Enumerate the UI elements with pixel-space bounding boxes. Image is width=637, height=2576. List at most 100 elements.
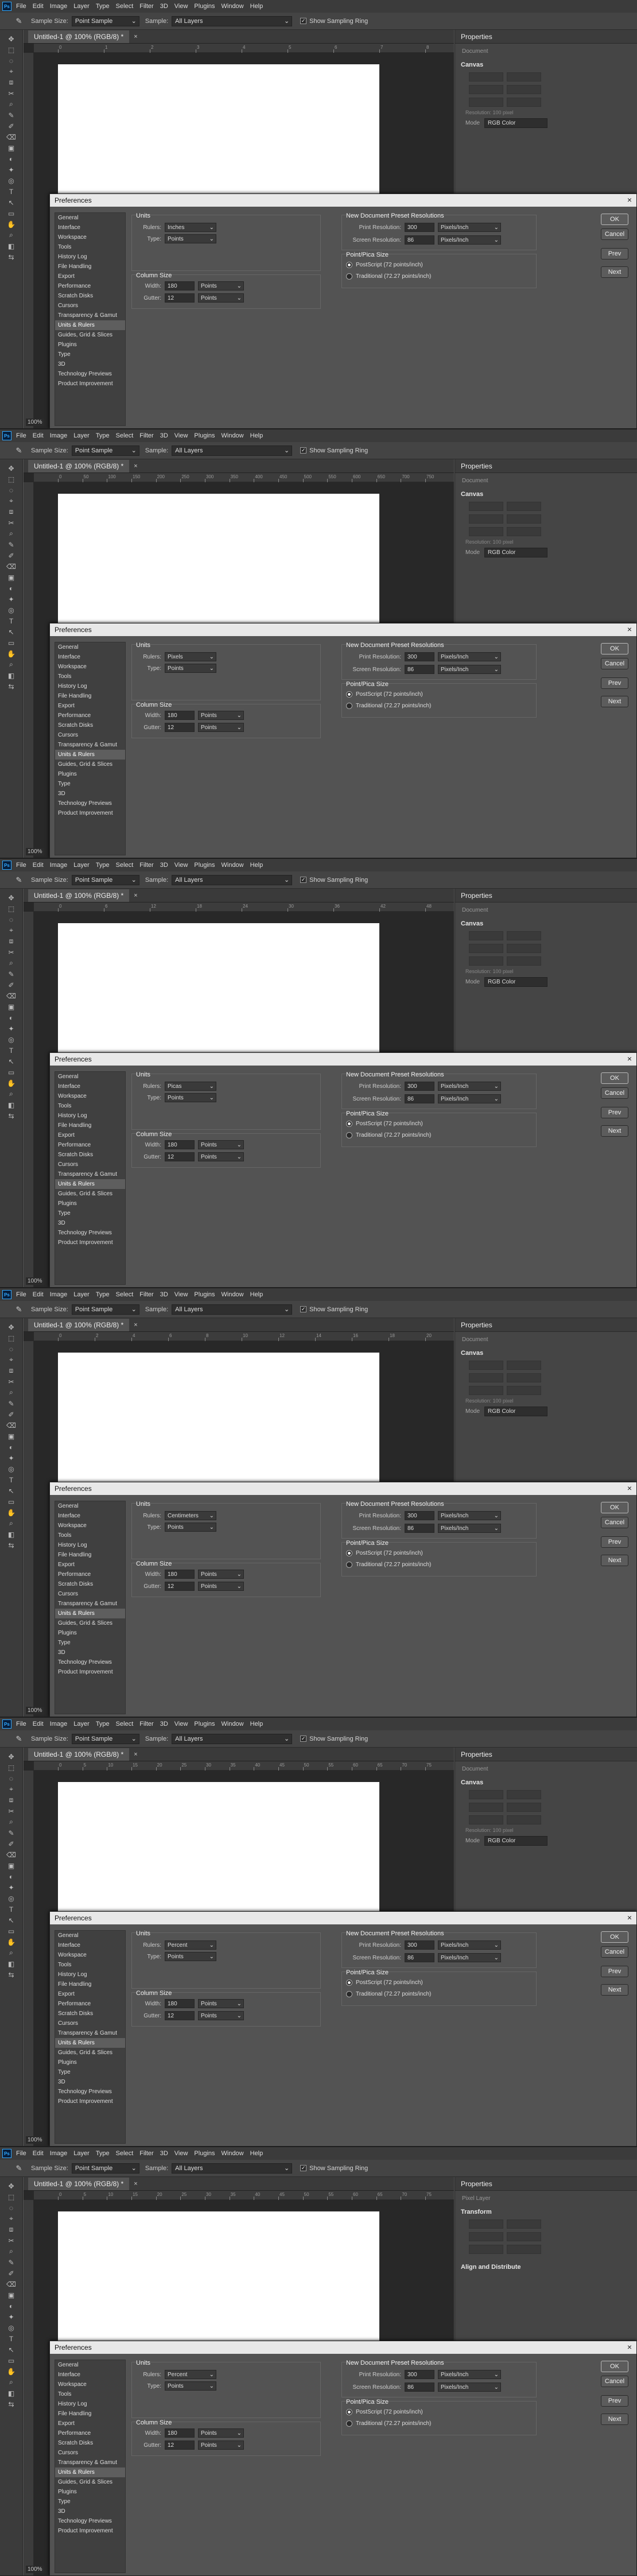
menu-layer[interactable]: Layer bbox=[73, 432, 90, 439]
screen-resolution-input[interactable]: 86 bbox=[405, 1953, 434, 1962]
ok-button[interactable]: OK bbox=[601, 1072, 628, 1084]
properties-field[interactable] bbox=[469, 514, 503, 524]
close-icon[interactable]: × bbox=[627, 2342, 632, 2352]
menu-select[interactable]: Select bbox=[116, 2150, 134, 2157]
category-item[interactable]: Cursors bbox=[55, 1160, 125, 1169]
traditional-radio[interactable]: Traditional (72.27 points/inch) bbox=[346, 2420, 431, 2427]
menu-type[interactable]: Type bbox=[96, 3, 110, 10]
category-item[interactable]: 3D bbox=[55, 359, 125, 369]
category-item[interactable]: Type bbox=[55, 2497, 125, 2507]
menu-file[interactable]: File bbox=[16, 1721, 26, 1727]
menu-filter[interactable]: Filter bbox=[139, 432, 153, 439]
category-item[interactable]: Transparency & Gamut bbox=[55, 740, 125, 750]
screen-resolution-input[interactable]: 86 bbox=[405, 1524, 434, 1533]
canvas-section-header[interactable]: Transform bbox=[455, 2206, 637, 2218]
prev-button[interactable]: Prev bbox=[601, 677, 628, 689]
category-item[interactable]: Performance bbox=[55, 2428, 125, 2438]
properties-field[interactable] bbox=[507, 502, 541, 511]
category-item[interactable]: Tools bbox=[55, 672, 125, 681]
history-brush-tool-icon[interactable]: ▣ bbox=[4, 2290, 19, 2300]
category-item[interactable]: Transparency & Gamut bbox=[55, 1599, 125, 1609]
category-item[interactable]: General bbox=[55, 1931, 125, 1940]
lasso-tool-icon[interactable]: ◌ bbox=[4, 485, 19, 495]
category-item[interactable]: Cursors bbox=[55, 301, 125, 311]
menu-type[interactable]: Type bbox=[96, 432, 110, 439]
path-select-tool-icon[interactable]: ↖ bbox=[4, 1056, 19, 1067]
history-brush-tool-icon[interactable]: ▣ bbox=[4, 1860, 19, 1871]
mode-select[interactable]: RGB Color bbox=[484, 1407, 548, 1416]
category-item[interactable]: File Handling bbox=[55, 1980, 125, 1989]
menu-3d[interactable]: 3D bbox=[160, 862, 168, 869]
properties-field[interactable] bbox=[507, 944, 541, 953]
category-item[interactable]: Plugins bbox=[55, 340, 125, 350]
gutter-input[interactable]: 12 bbox=[165, 1582, 195, 1591]
category-item[interactable]: Interface bbox=[55, 1940, 125, 1950]
print-resolution-input[interactable]: 300 bbox=[405, 652, 434, 661]
type-select[interactable]: Points ⌄ bbox=[165, 2381, 216, 2391]
category-item[interactable]: 3D bbox=[55, 2077, 125, 2087]
sample-select[interactable]: All Layers ⌄ bbox=[172, 445, 293, 456]
align-distribute-header[interactable]: Align and Distribute bbox=[455, 2261, 637, 2273]
gradient-tool-icon[interactable]: ✦ bbox=[4, 594, 19, 605]
category-item[interactable]: Tools bbox=[55, 1531, 125, 1540]
menu-view[interactable]: View bbox=[174, 1291, 188, 1298]
zoom-level[interactable]: 100% bbox=[26, 2136, 44, 2144]
menu-window[interactable]: Window bbox=[222, 1721, 244, 1727]
zoom-level[interactable]: 100% bbox=[26, 848, 44, 855]
document-tab[interactable]: Untitled-1 @ 100% (RGB/8) * × bbox=[24, 889, 454, 902]
print-resolution-input[interactable]: 300 bbox=[405, 1082, 434, 1091]
close-icon[interactable]: × bbox=[134, 892, 137, 899]
category-item[interactable]: Interface bbox=[55, 652, 125, 662]
blur-tool-icon[interactable]: ◎ bbox=[4, 2322, 19, 2333]
path-select-tool-icon[interactable]: ↖ bbox=[4, 197, 19, 208]
crop-tool-icon[interactable]: ⧈ bbox=[4, 1795, 19, 1806]
category-item[interactable]: Cursors bbox=[55, 730, 125, 740]
properties-field[interactable] bbox=[507, 527, 541, 536]
gradient-tool-icon[interactable]: ✦ bbox=[4, 2311, 19, 2322]
category-item[interactable]: Workspace bbox=[55, 1091, 125, 1101]
marquee-tool-icon[interactable]: ⬚ bbox=[4, 1332, 19, 1343]
type-select[interactable]: Points ⌄ bbox=[165, 1093, 216, 1102]
zoom-tool-icon[interactable]: ⌕ bbox=[4, 230, 19, 241]
next-button[interactable]: Next bbox=[601, 266, 628, 278]
history-brush-tool-icon[interactable]: ▣ bbox=[4, 1001, 19, 1012]
gutter-unit-select[interactable]: Points ⌄ bbox=[198, 1152, 244, 1161]
properties-field[interactable] bbox=[469, 72, 503, 82]
gradient-tool-icon[interactable]: ✦ bbox=[4, 1882, 19, 1893]
properties-field[interactable] bbox=[469, 502, 503, 511]
crop-tool-icon[interactable]: ⧈ bbox=[4, 77, 19, 88]
marquee-tool-icon[interactable]: ⬚ bbox=[4, 1762, 19, 1773]
menu-view[interactable]: View bbox=[174, 862, 188, 869]
menu-3d[interactable]: 3D bbox=[160, 432, 168, 439]
zoom-level[interactable]: 100% bbox=[26, 1707, 44, 1714]
category-item[interactable]: Workspace bbox=[55, 233, 125, 242]
category-item[interactable]: Plugins bbox=[55, 1628, 125, 1638]
healing-tool-icon[interactable]: ✎ bbox=[4, 1827, 19, 1838]
width-unit-select[interactable]: Points ⌄ bbox=[198, 281, 244, 290]
lasso-tool-icon[interactable]: ◌ bbox=[4, 914, 19, 925]
menu-file[interactable]: File bbox=[16, 862, 26, 869]
color-swatch-tool-icon[interactable]: ◧ bbox=[4, 1099, 19, 1110]
photoshop-logo[interactable]: Ps bbox=[2, 2, 11, 11]
object-select-tool-icon[interactable]: ⌖ bbox=[4, 2213, 19, 2224]
prev-button[interactable]: Prev bbox=[601, 1966, 628, 1977]
move-tool-icon[interactable]: ✥ bbox=[4, 33, 19, 44]
menu-edit[interactable]: Edit bbox=[33, 862, 44, 869]
type-select[interactable]: Points ⌄ bbox=[165, 1952, 216, 1961]
radio-button[interactable] bbox=[346, 2409, 352, 2415]
lasso-tool-icon[interactable]: ◌ bbox=[4, 1343, 19, 1354]
gradient-tool-icon[interactable]: ✦ bbox=[4, 164, 19, 175]
width-unit-select[interactable]: Points ⌄ bbox=[198, 1140, 244, 1149]
category-item[interactable]: Type bbox=[55, 1638, 125, 1648]
marquee-tool-icon[interactable]: ⬚ bbox=[4, 474, 19, 485]
path-select-tool-icon[interactable]: ↖ bbox=[4, 1485, 19, 1496]
cancel-button[interactable]: Cancel bbox=[601, 1946, 628, 1958]
menu-help[interactable]: Help bbox=[250, 1291, 263, 1298]
print-resolution-input[interactable]: 300 bbox=[405, 223, 434, 232]
canvas-section-header[interactable]: Canvas bbox=[455, 918, 637, 929]
category-item[interactable]: Plugins bbox=[55, 769, 125, 779]
category-item[interactable]: Workspace bbox=[55, 662, 125, 672]
history-brush-tool-icon[interactable]: ▣ bbox=[4, 142, 19, 153]
eyedropper-icon[interactable]: ✎ bbox=[13, 2163, 25, 2174]
traditional-radio[interactable]: Traditional (72.27 points/inch) bbox=[346, 1132, 431, 1138]
